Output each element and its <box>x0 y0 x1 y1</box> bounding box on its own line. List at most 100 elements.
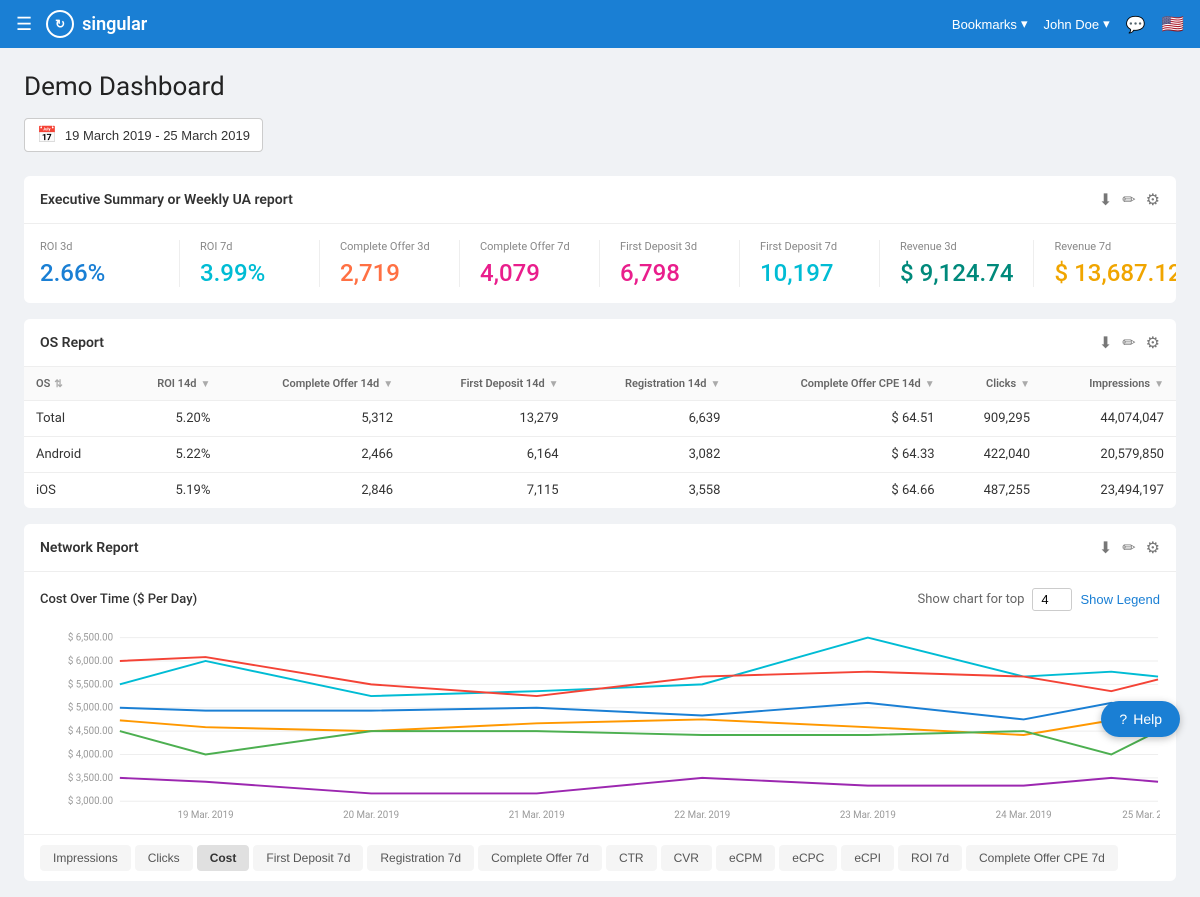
svg-text:23 Mar, 2019: 23 Mar, 2019 <box>840 810 896 818</box>
metric-label: First Deposit 3d <box>620 240 719 253</box>
user-menu-button[interactable]: John Doe ▾ <box>1043 16 1109 32</box>
chart-tab[interactable]: Complete Offer 7d <box>478 845 602 871</box>
os-table: OS⇅ROI 14d▼Complete Offer 14d▼First Depo… <box>24 367 1176 508</box>
metric-value: 4,079 <box>480 259 579 287</box>
sort-icon: ▼ <box>1154 379 1164 390</box>
metric-label: Complete Offer 7d <box>480 240 579 253</box>
calendar-icon: 📅 <box>37 125 57 145</box>
edit-icon[interactable]: ✏ <box>1122 333 1135 352</box>
hamburger-icon[interactable]: ☰ <box>16 14 32 35</box>
os-table-header[interactable]: Clicks▼ <box>947 367 1042 401</box>
metric-item: ROI 7d 3.99% <box>180 240 320 287</box>
help-button[interactable]: ? Help <box>1101 701 1180 737</box>
chart-svg-wrapper: $ 6,500.00 $ 6,000.00 $ 5,500.00 $ 5,000… <box>40 623 1160 818</box>
nav-logo: ↻ singular <box>46 10 147 38</box>
os-report-header: OS Report ⬇ ✏ ⚙ <box>24 319 1176 367</box>
metric-value: $ 9,124.74 <box>900 259 1013 287</box>
network-report-header: Network Report ⬇ ✏ ⚙ <box>24 524 1176 572</box>
chart-tab[interactable]: CTR <box>606 845 657 871</box>
executive-summary-section: Executive Summary or Weekly UA report ⬇ … <box>24 176 1176 303</box>
table-cell: 6,639 <box>571 401 733 437</box>
os-table-header[interactable]: Registration 14d▼ <box>571 367 733 401</box>
download-icon[interactable]: ⬇ <box>1099 538 1112 557</box>
nav-left: ☰ ↻ singular <box>16 10 147 38</box>
metric-item: First Deposit 3d 6,798 <box>600 240 740 287</box>
table-cell: 487,255 <box>947 473 1042 509</box>
metric-label: Revenue 3d <box>900 240 1013 253</box>
language-flag-icon[interactable]: 🇺🇸 <box>1162 14 1184 35</box>
os-table-header[interactable]: Complete Offer CPE 14d▼ <box>732 367 946 401</box>
chevron-down-icon: ▾ <box>1103 16 1110 32</box>
user-label: John Doe <box>1043 17 1099 32</box>
svg-text:$ 4,000.00: $ 4,000.00 <box>68 749 113 760</box>
os-table-header[interactable]: Impressions▼ <box>1042 367 1176 401</box>
top-value-input[interactable] <box>1032 588 1072 611</box>
cost-over-time-chart: $ 6,500.00 $ 6,000.00 $ 5,500.00 $ 5,000… <box>40 623 1160 818</box>
chart-tab[interactable]: First Deposit 7d <box>253 845 363 871</box>
svg-text:20 Mar, 2019: 20 Mar, 2019 <box>343 810 399 818</box>
os-table-header[interactable]: First Deposit 14d▼ <box>405 367 570 401</box>
table-cell: $ 64.66 <box>732 473 946 509</box>
metric-label: ROI 7d <box>200 240 299 253</box>
chart-tabs: ImpressionsClicksCostFirst Deposit 7dReg… <box>24 834 1176 881</box>
logo-text: singular <box>82 14 147 35</box>
svg-text:$ 5,500.00: $ 5,500.00 <box>68 679 113 690</box>
os-report-actions: ⬇ ✏ ⚙ <box>1099 333 1160 352</box>
sort-icon: ▼ <box>200 379 210 390</box>
table-cell: 909,295 <box>947 401 1042 437</box>
metric-item: Complete Offer 3d 2,719 <box>320 240 460 287</box>
svg-text:24 Mar, 2019: 24 Mar, 2019 <box>996 810 1052 818</box>
svg-text:$ 3,000.00: $ 3,000.00 <box>68 796 113 807</box>
svg-text:22 Mar, 2019: 22 Mar, 2019 <box>674 810 730 818</box>
table-cell: Android <box>24 437 118 473</box>
more-icon[interactable]: ⚙ <box>1146 190 1160 209</box>
metric-item: First Deposit 7d 10,197 <box>740 240 880 287</box>
executive-summary-title: Executive Summary or Weekly UA report <box>40 192 293 208</box>
metric-value: 6,798 <box>620 259 719 287</box>
os-table-header[interactable]: OS⇅ <box>24 367 118 401</box>
table-row: Android5.22%2,4666,1643,082$ 64.33422,04… <box>24 437 1176 473</box>
chart-tab[interactable]: Complete Offer CPE 7d <box>966 845 1118 871</box>
sort-icon: ▼ <box>383 379 393 390</box>
table-cell: $ 64.51 <box>732 401 946 437</box>
navbar: ☰ ↻ singular Bookmarks ▾ John Doe ▾ 💬 🇺🇸 <box>0 0 1200 48</box>
download-icon[interactable]: ⬇ <box>1099 190 1112 209</box>
metric-label: First Deposit 7d <box>760 240 859 253</box>
date-range-button[interactable]: 📅 19 March 2019 - 25 March 2019 <box>24 118 263 152</box>
os-table-header[interactable]: Complete Offer 14d▼ <box>222 367 405 401</box>
os-table-header[interactable]: ROI 14d▼ <box>118 367 223 401</box>
table-cell: 3,558 <box>571 473 733 509</box>
chart-tab[interactable]: Cost <box>197 845 250 871</box>
chart-tab[interactable]: Clicks <box>135 845 193 871</box>
edit-icon[interactable]: ✏ <box>1122 538 1135 557</box>
chart-header: Cost Over Time ($ Per Day) Show chart fo… <box>40 588 1160 611</box>
chart-tab[interactable]: Impressions <box>40 845 131 871</box>
more-icon[interactable]: ⚙ <box>1146 333 1160 352</box>
show-legend-button[interactable]: Show Legend <box>1080 592 1160 607</box>
more-icon[interactable]: ⚙ <box>1146 538 1160 557</box>
metric-item: Complete Offer 7d 4,079 <box>460 240 600 287</box>
show-chart-label: Show chart for top <box>918 592 1025 607</box>
network-report-title: Network Report <box>40 540 139 556</box>
sort-icon: ▼ <box>549 379 559 390</box>
chart-tab[interactable]: Registration 7d <box>367 845 474 871</box>
os-report-title: OS Report <box>40 335 104 351</box>
metric-label: Revenue 7d <box>1054 240 1176 253</box>
chart-tab[interactable]: eCPC <box>779 845 837 871</box>
chart-tab[interactable]: eCPM <box>716 845 775 871</box>
chart-tab[interactable]: eCPI <box>841 845 894 871</box>
metric-value: 3.99% <box>200 259 299 287</box>
table-cell: Total <box>24 401 118 437</box>
notifications-icon[interactable]: 💬 <box>1126 15 1146 34</box>
metric-item: ROI 3d 2.66% <box>40 240 180 287</box>
sort-icon: ▼ <box>1020 379 1030 390</box>
bookmarks-label: Bookmarks <box>952 17 1017 32</box>
date-range-label: 19 March 2019 - 25 March 2019 <box>65 128 250 143</box>
download-icon[interactable]: ⬇ <box>1099 333 1112 352</box>
svg-text:21 Mar, 2019: 21 Mar, 2019 <box>509 810 565 818</box>
bookmarks-button[interactable]: Bookmarks ▾ <box>952 16 1028 32</box>
edit-icon[interactable]: ✏ <box>1122 190 1135 209</box>
chart-tab[interactable]: ROI 7d <box>898 845 962 871</box>
chart-tab[interactable]: CVR <box>661 845 712 871</box>
table-cell: iOS <box>24 473 118 509</box>
